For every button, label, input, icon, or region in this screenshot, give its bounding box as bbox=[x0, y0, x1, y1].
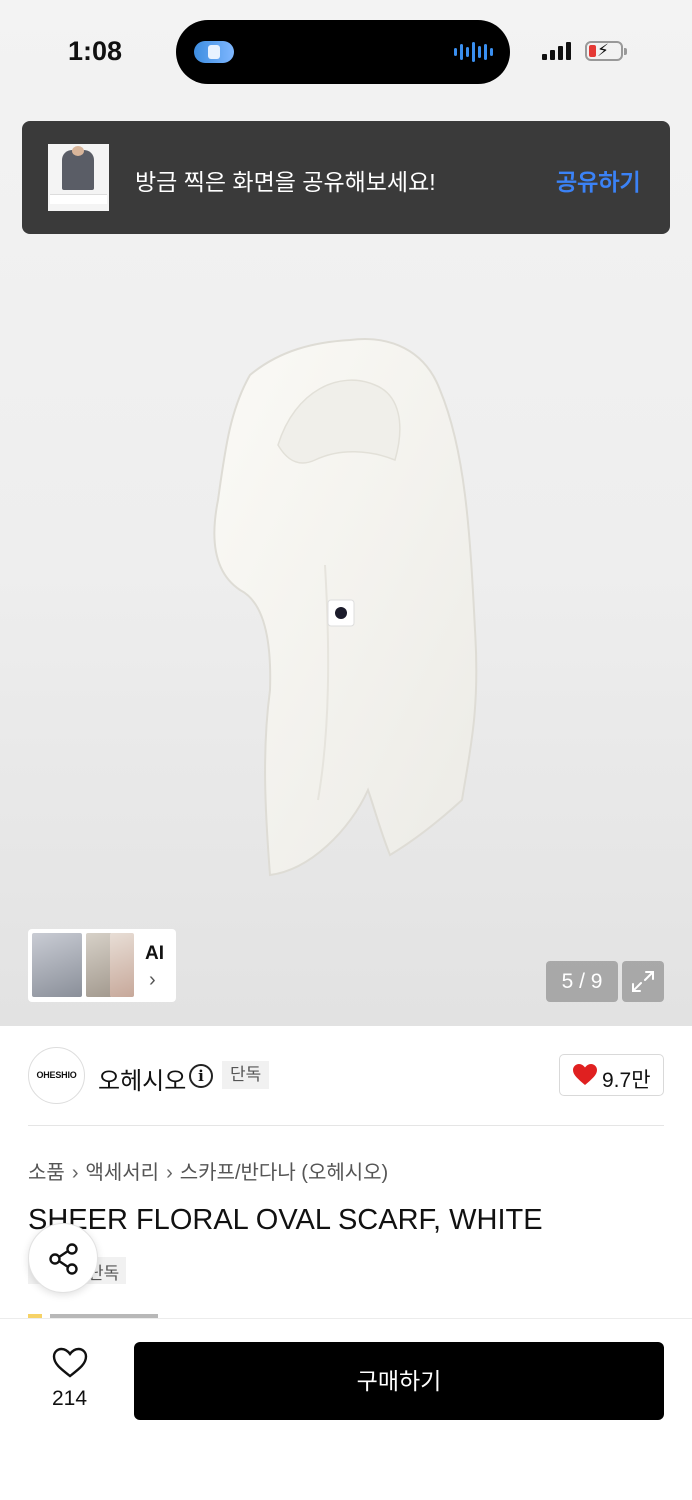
ai-thumb-image-2 bbox=[86, 933, 112, 997]
breadcrumb-separator: › bbox=[71, 1162, 79, 1184]
expand-icon bbox=[632, 971, 654, 992]
heart-icon bbox=[573, 1064, 597, 1085]
audio-wave-icon bbox=[454, 42, 493, 62]
breadcrumb-item[interactable]: 스카프/반다나 (오헤시오) bbox=[180, 1162, 388, 1184]
image-page-counter: 5 / 9 bbox=[546, 961, 618, 1002]
brand-exclusive-badge: 단독 bbox=[222, 1061, 270, 1089]
share-icon bbox=[49, 1243, 78, 1275]
status-time: 1:08 bbox=[68, 36, 123, 66]
breadcrumb-item[interactable]: 소품 bbox=[28, 1162, 65, 1184]
buy-button[interactable]: 구매하기 bbox=[134, 1342, 664, 1420]
screenshot-thumbnail bbox=[48, 144, 109, 211]
ai-thumb-image-3 bbox=[110, 933, 134, 997]
signal-icon bbox=[542, 42, 571, 60]
ai-label: AI bbox=[145, 943, 164, 964]
share-banner-button[interactable]: 공유하기 bbox=[556, 163, 641, 197]
wishlist-heart-icon[interactable] bbox=[52, 1347, 88, 1379]
divider bbox=[28, 1125, 664, 1126]
ai-styling-button[interactable]: AI › bbox=[28, 929, 176, 1002]
island-app-icon bbox=[194, 41, 234, 63]
breadcrumb-separator: › bbox=[166, 1162, 173, 1184]
ai-thumb-image-1 bbox=[32, 933, 82, 997]
breadcrumb-item[interactable]: 액세서리 bbox=[85, 1162, 159, 1184]
breadcrumb: 소품 › 액세서리 › 스카프/반다나 (오헤시오) bbox=[28, 1156, 388, 1185]
bottom-action-bar: 214 구매하기 bbox=[0, 1318, 692, 1500]
chevron-right-icon: › bbox=[149, 969, 156, 991]
brand-logo[interactable]: OHESHIO bbox=[28, 1047, 85, 1104]
battery-icon: ⚡ bbox=[585, 41, 627, 61]
status-bar: 1:08 ⚡ bbox=[0, 0, 692, 104]
brand-name[interactable]: 오헤시오 bbox=[98, 1061, 186, 1096]
share-banner-message: 방금 찍은 화면을 공유해보세요! bbox=[135, 169, 436, 195]
product-title: SHEER FLORAL OVAL SCARF, WHITE bbox=[28, 1204, 543, 1236]
share-button[interactable] bbox=[28, 1223, 98, 1293]
brand-like-button[interactable]: 9.7만 bbox=[559, 1054, 664, 1096]
screenshot-share-banner: 방금 찍은 화면을 공유해보세요! 공유하기 bbox=[22, 121, 670, 234]
expand-image-button[interactable] bbox=[622, 961, 664, 1002]
brand-like-count: 9.7만 bbox=[602, 1069, 651, 1092]
scarf-product-image bbox=[213, 338, 478, 877]
wishlist-count: 214 bbox=[52, 1387, 88, 1410]
info-icon[interactable]: i bbox=[189, 1064, 213, 1088]
dynamic-island bbox=[176, 20, 510, 84]
